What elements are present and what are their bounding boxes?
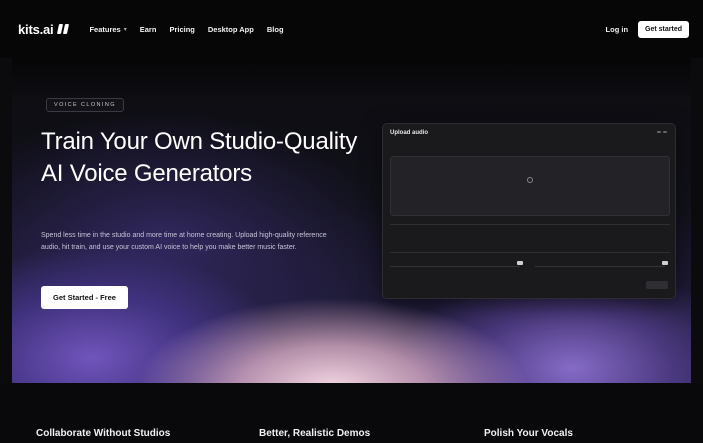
panel-select-right[interactable]	[535, 259, 665, 267]
panel-menu-icon	[657, 131, 667, 133]
select-toggle-icon[interactable]	[662, 261, 668, 265]
feature-title: Better, Realistic Demos	[259, 428, 371, 439]
hero-section: VOICE CLONING Train Your Own Studio-Qual…	[12, 58, 691, 383]
nav-actions: Log in Get started	[606, 20, 689, 38]
nav-link-features[interactable]: Features ▾	[89, 25, 126, 34]
logo-text: kits.ai	[18, 21, 54, 37]
chevron-down-icon: ▾	[123, 26, 127, 33]
nav-link-label: Earn	[139, 24, 157, 34]
panel-stat	[390, 228, 430, 238]
get-started-free-button[interactable]: Get Started - Free	[41, 286, 128, 309]
top-nav: kits.ai Features ▾ Earn Pricing Desktop …	[0, 0, 703, 58]
nav-link-blog[interactable]: Blog	[267, 25, 284, 34]
logo[interactable]: kits.ai	[18, 22, 69, 37]
hero-eyebrow-badge: VOICE CLONING	[46, 98, 124, 112]
nav-links: Features ▾ Earn Pricing Desktop App Blog	[89, 25, 283, 34]
upload-panel-title: Upload audio	[390, 130, 428, 136]
feature-title: Collaborate Without Studios	[36, 428, 171, 439]
get-started-button[interactable]: Get started	[638, 20, 689, 38]
panel-select-left[interactable]	[390, 259, 520, 267]
login-link[interactable]: Log in	[606, 25, 629, 34]
nav-link-pricing[interactable]: Pricing	[169, 25, 194, 34]
upload-audio-panel: Upload audio	[382, 123, 676, 299]
audio-dropzone[interactable]	[390, 156, 670, 216]
nav-link-desktop-app[interactable]: Desktop App	[208, 25, 254, 34]
nav-link-label: Features	[89, 24, 121, 34]
panel-divider	[390, 252, 670, 253]
hero-top-fade	[12, 58, 691, 98]
select-toggle-icon[interactable]	[517, 261, 523, 265]
features-strip: Collaborate Without Studios Better, Real…	[0, 383, 703, 443]
nav-link-label: Pricing	[169, 24, 195, 34]
feature-title: Polish Your Vocals	[484, 428, 573, 439]
nav-link-earn[interactable]: Earn	[140, 25, 157, 34]
logo-mark-icon	[57, 24, 69, 34]
panel-submit-button[interactable]	[646, 281, 668, 289]
hero-title: Train Your Own Studio-Quality AI Voice G…	[41, 128, 358, 187]
upload-icon	[527, 177, 533, 183]
nav-link-label: Blog	[266, 24, 284, 34]
hero-subtitle: Spend less time in the studio and more t…	[41, 232, 327, 251]
nav-link-label: Desktop App	[207, 24, 254, 34]
panel-divider	[390, 224, 670, 225]
